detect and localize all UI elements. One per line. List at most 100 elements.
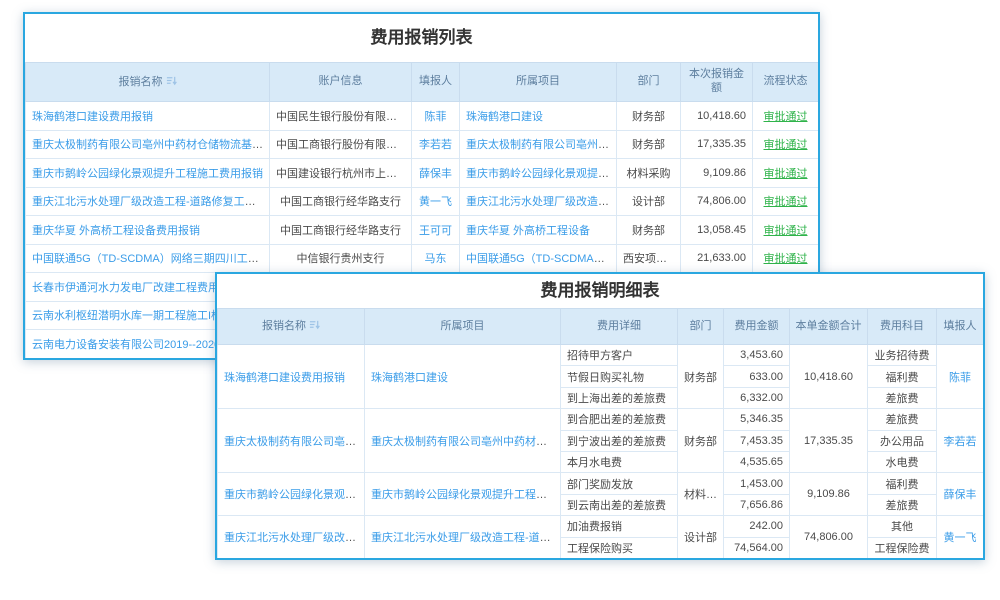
detail-row[interactable]: 重庆江北污水处理厂级改造工程-道路修复工程费用报销重庆江北污水处理厂级改造工程-…	[218, 516, 984, 537]
project-link[interactable]: 重庆江北污水处理厂级改造工程-道路修复工程	[371, 532, 561, 544]
cell-expense-detail: 节假日购买礼物	[561, 366, 678, 387]
report-name-link[interactable]: 珠海鹤港口建设费用报销	[224, 372, 345, 384]
list-row[interactable]: 重庆太极制药有限公司亳州中药材仓储物流基地项目费用报销中国工商银行股份有限公司李…	[26, 130, 819, 159]
cell-amount: 17,335.35	[681, 130, 753, 159]
reporter-link[interactable]: 薛保丰	[944, 489, 977, 501]
list-row[interactable]: 重庆华夏 外高桥工程设备费用报销 中国工商银行经华路支行王可可 重庆华夏 外高桥工程…	[26, 216, 819, 245]
cell-expense-amount: 6,332.00	[724, 387, 790, 408]
cell-account: 中国工商银行股份有限公司	[270, 130, 412, 159]
cell-expense-detail: 到上海出差的差旅费	[561, 387, 678, 408]
sort-icon[interactable]	[309, 319, 320, 330]
cell-department: 财务部	[678, 345, 724, 409]
cell-expense-amount: 5,346.35	[724, 409, 790, 430]
expense-detail-table: 报销名称 所属项目 费用详细 部门 费用金额 本单金额合计 费用科目 填报人 珠…	[217, 308, 984, 559]
project-link[interactable]: 重庆江北污水处理厂级改造工程-道路修复工程	[466, 196, 617, 208]
project-link[interactable]: 中国联通5G（TD-SCDMA）网络三期四川工程	[466, 253, 617, 265]
cell-department: 设计部	[617, 187, 681, 216]
cell-project: 珠海鹤港口建设	[460, 102, 617, 131]
cell-expense-category: 福利费	[868, 473, 937, 494]
reporter-link[interactable]: 陈菲	[949, 372, 971, 384]
project-link[interactable]: 重庆太极制药有限公司亳州中药材仓储物流基地	[466, 139, 617, 151]
cell-expense-detail: 加油费报销	[561, 516, 678, 537]
report-name-link[interactable]: 重庆市鹅岭公园绿化景观提升工程施工费用报销	[32, 168, 263, 180]
project-link[interactable]: 珠海鹤港口建设	[371, 372, 448, 384]
cell-reporter: 陈菲	[937, 345, 984, 409]
cell-project: 重庆太极制药有限公司亳州中药材仓储物流基地	[365, 409, 561, 473]
cell-expense-category: 差旅费	[868, 387, 937, 408]
reporter-link[interactable]: 李若若	[944, 436, 977, 448]
cell-department: 设计部	[678, 516, 724, 559]
reporter-link[interactable]: 陈菲	[425, 111, 447, 123]
col-header-project: 所属项目	[365, 309, 561, 345]
cell-expense-amount: 3,453.60	[724, 345, 790, 366]
project-link[interactable]: 重庆华夏 外高桥工程设备	[466, 225, 590, 237]
cell-department: 财务部	[617, 102, 681, 131]
col-header-report-name[interactable]: 报销名称	[218, 309, 365, 345]
list-row[interactable]: 珠海鹤港口建设费用报销中国民生银行股份有限公司陈菲珠海鹤港口建设财务部10,41…	[26, 102, 819, 131]
flow-status-link[interactable]: 审批通过	[764, 111, 808, 123]
cell-reporter: 马东	[412, 244, 460, 273]
report-name-link[interactable]: 重庆市鹅岭公园绿化景观提升工程施工费用报销	[224, 489, 365, 501]
col-header-department: 部门	[617, 63, 681, 102]
cell-amount: 74,806.00	[681, 187, 753, 216]
flow-status-link[interactable]: 审批通过	[764, 139, 808, 151]
col-header-expense-category: 费用科目	[868, 309, 937, 345]
reporter-link[interactable]: 马东	[425, 253, 447, 265]
cell-project: 重庆江北污水处理厂级改造工程-道路修复工程	[460, 187, 617, 216]
report-name-link[interactable]: 重庆江北污水处理厂级改造工程-道路修复工程费用报销	[32, 196, 270, 208]
report-name-link[interactable]: 重庆华夏 外高桥工程设备费用报销	[32, 225, 200, 237]
cell-expense-amount: 1,453.00	[724, 473, 790, 494]
cell-reporter: 薛保丰	[412, 159, 460, 188]
report-name-link[interactable]: 中国联通5G（TD-SCDMA）网络三期四川工程费用报销	[32, 253, 270, 265]
cell-amount: 21,633.00	[681, 244, 753, 273]
cell-account: 中国工商银行经华路支行	[270, 216, 412, 245]
report-name-link[interactable]: 重庆太极制药有限公司亳州中药材仓储物流基地项目费用报销	[224, 436, 365, 448]
cell-reporter: 薛保丰	[937, 473, 984, 516]
cell-expense-amount: 74,564.00	[724, 537, 790, 558]
col-header-report-name[interactable]: 报销名称	[26, 63, 270, 102]
cell-project: 珠海鹤港口建设	[365, 345, 561, 409]
cell-total-amount: 10,418.60	[790, 345, 868, 409]
col-header-total-amount: 本单金额合计	[790, 309, 868, 345]
reporter-link[interactable]: 黄一飞	[944, 532, 977, 544]
detail-row[interactable]: 珠海鹤港口建设费用报销珠海鹤港口建设招待甲方客户财务部3,453.6010,41…	[218, 345, 984, 366]
cell-flow-status: 审批通过	[753, 216, 819, 245]
col-header-amount: 本次报销金额	[681, 63, 753, 102]
sort-icon[interactable]	[166, 75, 177, 86]
list-row[interactable]: 中国联通5G（TD-SCDMA）网络三期四川工程费用报销中信银行贵州支行 马东 中国…	[26, 244, 819, 273]
report-name-link[interactable]: 重庆江北污水处理厂级改造工程-道路修复工程费用报销	[224, 532, 365, 544]
reporter-link[interactable]: 李若若	[419, 139, 452, 151]
detail-row[interactable]: 重庆太极制药有限公司亳州中药材仓储物流基地项目费用报销重庆太极制药有限公司亳州中…	[218, 409, 984, 430]
reporter-link[interactable]: 薛保丰	[419, 168, 452, 180]
flow-status-link[interactable]: 审批通过	[764, 168, 808, 180]
cell-account: 中国工商银行经华路支行	[270, 187, 412, 216]
flow-status-link[interactable]: 审批通过	[764, 253, 808, 265]
col-header-reporter: 填报人	[937, 309, 984, 345]
project-link[interactable]: 珠海鹤港口建设	[466, 111, 543, 123]
cell-expense-amount: 242.00	[724, 516, 790, 537]
project-link[interactable]: 重庆市鹅岭公园绿化景观提升工程施工	[466, 168, 617, 180]
detail-row[interactable]: 重庆市鹅岭公园绿化景观提升工程施工费用报销重庆市鹅岭公园绿化景观提升工程施工部门…	[218, 473, 984, 494]
cell-total-amount: 9,109.86	[790, 473, 868, 516]
reporter-link[interactable]: 黄一飞	[419, 196, 452, 208]
cell-reporter: 李若若	[412, 130, 460, 159]
cell-expense-detail: 到合肥出差的差旅费	[561, 409, 678, 430]
project-link[interactable]: 重庆太极制药有限公司亳州中药材仓储物流基地	[371, 436, 561, 448]
project-link[interactable]: 重庆市鹅岭公园绿化景观提升工程施工	[371, 489, 558, 501]
list-row[interactable]: 重庆市鹅岭公园绿化景观提升工程施工费用报销中国建设银行杭州市上城支行薛保丰重庆市…	[26, 159, 819, 188]
cell-amount: 10,418.60	[681, 102, 753, 131]
cell-project: 重庆华夏 外高桥工程设备	[460, 216, 617, 245]
flow-status-link[interactable]: 审批通过	[764, 196, 808, 208]
cell-expense-detail: 到宁波出差的差旅费	[561, 430, 678, 451]
cell-project: 重庆市鹅岭公园绿化景观提升工程施工	[460, 159, 617, 188]
list-row[interactable]: 重庆江北污水处理厂级改造工程-道路修复工程费用报销中国工商银行经华路支行黄一飞 重…	[26, 187, 819, 216]
cell-expense-amount: 4,535.65	[724, 451, 790, 472]
report-name-link[interactable]: 重庆太极制药有限公司亳州中药材仓储物流基地项目费用报销	[32, 139, 270, 151]
cell-account: 中信银行贵州支行	[270, 244, 412, 273]
reporter-link[interactable]: 王可可	[419, 225, 452, 237]
cell-total-amount: 74,806.00	[790, 516, 868, 559]
col-header-expense-amount: 费用金额	[724, 309, 790, 345]
report-name-link[interactable]: 珠海鹤港口建设费用报销	[32, 111, 153, 123]
report-name-link[interactable]: 长春市伊通河水力发电厂改建工程费用报销	[32, 282, 241, 294]
flow-status-link[interactable]: 审批通过	[764, 225, 808, 237]
